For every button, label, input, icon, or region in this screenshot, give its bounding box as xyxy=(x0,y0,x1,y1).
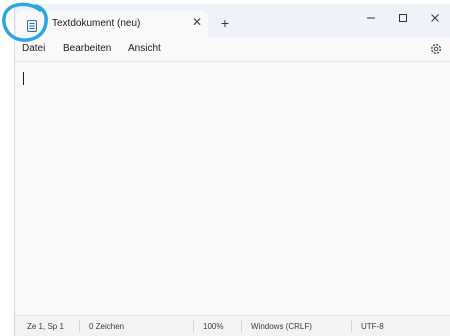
line-ending: Windows (CRLF) xyxy=(251,322,312,331)
encoding: UTF-8 xyxy=(361,322,384,331)
text-caret xyxy=(23,72,24,85)
menu-edit[interactable]: Bearbeiten xyxy=(63,43,111,54)
highlight-circle-annotation xyxy=(2,2,48,42)
text-editor[interactable] xyxy=(15,61,450,316)
close-icon xyxy=(431,14,439,22)
status-bar: Ze 1, Sp 1 0 Zeichen 100% Windows (CRLF)… xyxy=(15,315,450,336)
menu-view[interactable]: Ansicht xyxy=(128,43,161,54)
zoom-level[interactable]: 100% xyxy=(203,322,223,331)
close-window-button[interactable] xyxy=(419,6,450,30)
title-bar: Textdokument (neu) ✕ + xyxy=(15,4,450,38)
new-tab-button[interactable]: + xyxy=(217,15,233,31)
menu-bar: Datei Bearbeiten Ansicht xyxy=(15,37,450,61)
gear-icon[interactable] xyxy=(429,42,443,56)
maximize-button[interactable] xyxy=(387,6,419,30)
minimize-icon xyxy=(367,17,375,19)
status-divider xyxy=(193,320,194,332)
status-divider xyxy=(241,320,242,332)
status-divider xyxy=(351,320,352,332)
status-divider xyxy=(79,320,80,332)
minimize-button[interactable] xyxy=(355,6,387,30)
cursor-position: Ze 1, Sp 1 xyxy=(27,322,64,331)
character-count: 0 Zeichen xyxy=(89,322,125,331)
maximize-icon xyxy=(399,14,407,22)
notepad-window: Textdokument (neu) ✕ + Datei Bearbeiten … xyxy=(14,4,450,336)
tab-title: Textdokument (neu) xyxy=(52,18,141,29)
tab-close-icon[interactable]: ✕ xyxy=(190,15,204,29)
